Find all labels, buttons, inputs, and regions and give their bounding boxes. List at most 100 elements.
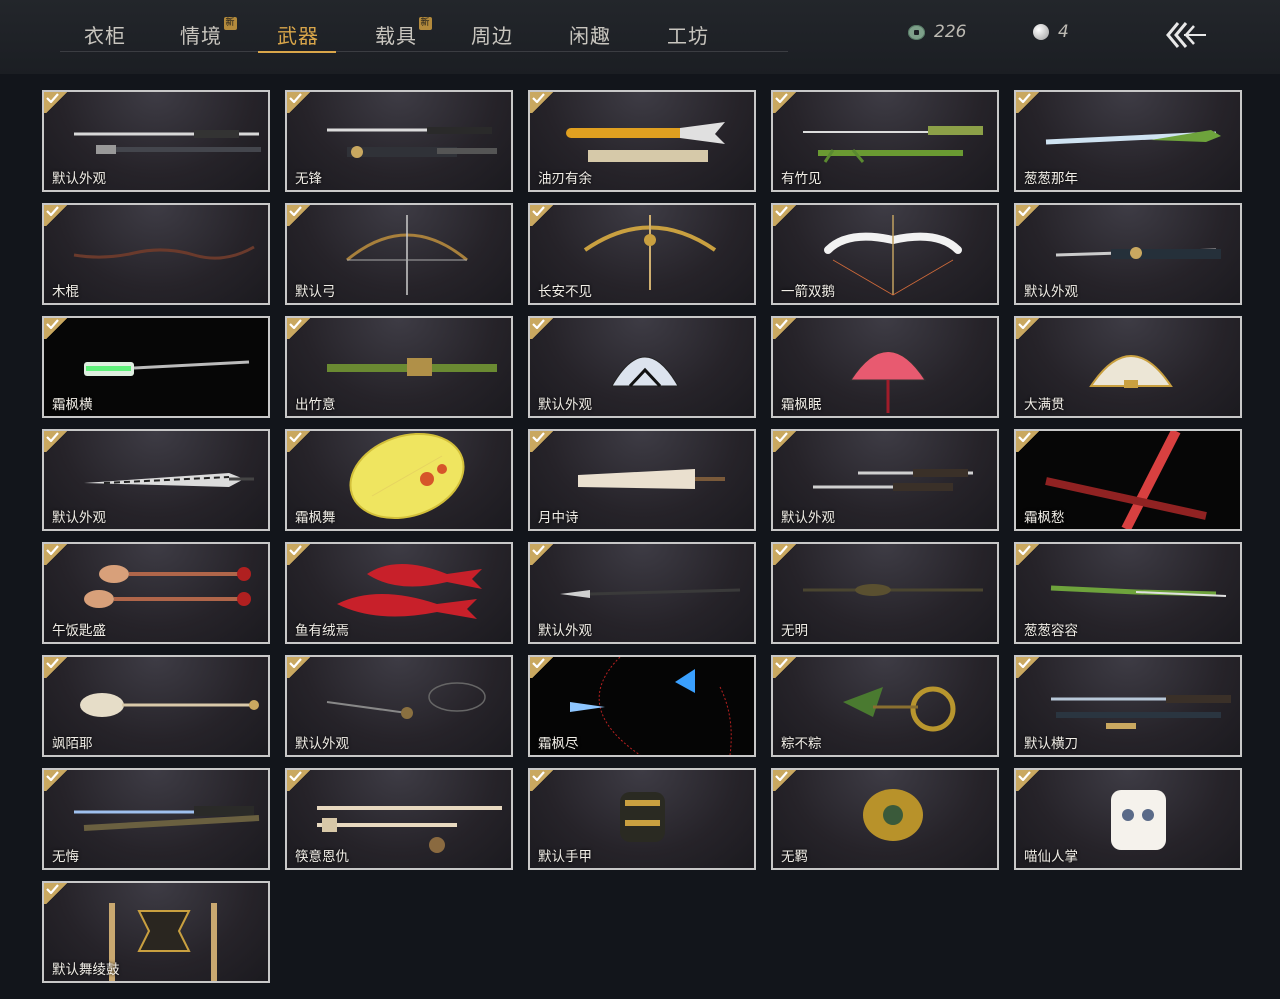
active-tab-underline bbox=[258, 51, 336, 53]
weapon-name: 无悔 bbox=[52, 849, 79, 865]
owned-check-icon bbox=[773, 318, 796, 339]
top-bar: 衣柜 情境新武器 载具新周边 闲趣 工坊 226 4 bbox=[0, 0, 1280, 74]
owned-check-icon bbox=[773, 431, 796, 452]
back-arrow-icon bbox=[1166, 22, 1206, 48]
owned-check-icon bbox=[1016, 770, 1039, 791]
weapon-card[interactable]: 默认外观 bbox=[528, 316, 756, 418]
weapon-name: 葱葱容容 bbox=[1024, 623, 1078, 639]
weapon-name: 无羁 bbox=[781, 849, 808, 865]
weapon-card[interactable]: 默认舞绫鼓 bbox=[42, 881, 270, 983]
weapon-name: 默认横刀 bbox=[1024, 736, 1078, 752]
weapon-name: 默认舞绫鼓 bbox=[52, 962, 120, 978]
weapon-card[interactable]: 霜枫尽 bbox=[528, 655, 756, 757]
tab-3[interactable]: 载具新 bbox=[351, 17, 441, 52]
weapon-card[interactable]: 午饭匙盛 bbox=[42, 542, 270, 644]
jade-currency: 226 bbox=[908, 20, 966, 44]
weapon-card[interactable]: 无悔 bbox=[42, 768, 270, 870]
tab-label: 载具 bbox=[375, 24, 417, 48]
owned-check-icon bbox=[287, 205, 310, 226]
weapon-name: 默认外观 bbox=[52, 171, 106, 187]
tab-label: 闲趣 bbox=[569, 24, 611, 48]
weapon-card[interactable]: 默认外观 bbox=[42, 429, 270, 531]
owned-check-icon bbox=[44, 883, 67, 904]
weapon-name: 月中诗 bbox=[538, 510, 579, 526]
weapon-card[interactable]: 出竹意 bbox=[285, 316, 513, 418]
owned-check-icon bbox=[44, 544, 67, 565]
tab-6[interactable]: 工坊 bbox=[643, 20, 733, 52]
weapon-card[interactable]: 无明 bbox=[771, 542, 999, 644]
weapon-card[interactable]: 飒陌耶 bbox=[42, 655, 270, 757]
owned-check-icon bbox=[287, 92, 310, 113]
weapon-card[interactable]: 默认手甲 bbox=[528, 768, 756, 870]
tab-1[interactable]: 情境新 bbox=[156, 17, 246, 52]
weapon-card[interactable]: 喵仙人掌 bbox=[1014, 768, 1242, 870]
weapon-card[interactable]: 木棍 bbox=[42, 203, 270, 305]
owned-check-icon bbox=[773, 770, 796, 791]
pearl-currency: 4 bbox=[1033, 20, 1069, 44]
owned-check-icon bbox=[530, 770, 553, 791]
weapon-card[interactable]: 默认外观 bbox=[42, 90, 270, 192]
owned-check-icon bbox=[44, 318, 67, 339]
owned-check-icon bbox=[530, 318, 553, 339]
weapon-card[interactable]: 霜枫横 bbox=[42, 316, 270, 418]
weapon-name: 霜枫眠 bbox=[781, 397, 822, 413]
weapon-card[interactable]: 无羁 bbox=[771, 768, 999, 870]
weapon-card[interactable]: 一箭双鹅 bbox=[771, 203, 999, 305]
owned-check-icon bbox=[287, 770, 310, 791]
new-badge: 新 bbox=[419, 17, 432, 30]
weapon-card[interactable]: 粽不粽 bbox=[771, 655, 999, 757]
weapon-name: 默认外观 bbox=[52, 510, 106, 526]
weapon-card[interactable]: 默认外观 bbox=[1014, 203, 1242, 305]
weapon-card[interactable]: 默认弓 bbox=[285, 203, 513, 305]
weapon-name: 霜枫愁 bbox=[1024, 510, 1065, 526]
weapon-name: 鱼有绒焉 bbox=[295, 623, 349, 639]
weapon-card[interactable]: 葱葱那年 bbox=[1014, 90, 1242, 192]
weapon-card[interactable]: 默认外观 bbox=[771, 429, 999, 531]
pearl-amount: 4 bbox=[1058, 22, 1069, 42]
weapon-name: 默认外观 bbox=[538, 623, 592, 639]
owned-check-icon bbox=[530, 431, 553, 452]
tab-5[interactable]: 闲趣 bbox=[545, 20, 635, 52]
tab-label: 工坊 bbox=[667, 24, 709, 48]
weapon-card[interactable]: 默认外观 bbox=[285, 655, 513, 757]
weapon-name: 默认手甲 bbox=[538, 849, 592, 865]
weapon-card[interactable]: 无锋 bbox=[285, 90, 513, 192]
weapon-card[interactable]: 月中诗 bbox=[528, 429, 756, 531]
weapon-card[interactable]: 长安不见 bbox=[528, 203, 756, 305]
weapon-card[interactable]: 葱葱容容 bbox=[1014, 542, 1242, 644]
weapon-card[interactable]: 霜枫愁 bbox=[1014, 429, 1242, 531]
owned-check-icon bbox=[1016, 318, 1039, 339]
owned-check-icon bbox=[530, 92, 553, 113]
tab-2[interactable]: 武器 bbox=[253, 20, 343, 52]
owned-check-icon bbox=[773, 92, 796, 113]
weapon-name: 粽不粽 bbox=[781, 736, 822, 752]
back-button[interactable] bbox=[1164, 18, 1210, 52]
owned-check-icon bbox=[44, 657, 67, 678]
weapon-card[interactable]: 霜枫舞 bbox=[285, 429, 513, 531]
weapon-name: 筷意恩仇 bbox=[295, 849, 349, 865]
jade-coin-icon bbox=[908, 24, 925, 40]
owned-check-icon bbox=[1016, 431, 1039, 452]
weapon-name: 霜枫舞 bbox=[295, 510, 336, 526]
weapon-card[interactable]: 有竹见 bbox=[771, 90, 999, 192]
tab-4[interactable]: 周边 bbox=[447, 20, 537, 52]
owned-check-icon bbox=[1016, 544, 1039, 565]
weapon-card[interactable]: 鱼有绒焉 bbox=[285, 542, 513, 644]
weapon-name: 无明 bbox=[781, 623, 808, 639]
weapon-name: 长安不见 bbox=[538, 284, 592, 300]
weapon-card[interactable]: 默认横刀 bbox=[1014, 655, 1242, 757]
weapon-name: 霜枫横 bbox=[52, 397, 93, 413]
owned-check-icon bbox=[1016, 92, 1039, 113]
owned-check-icon bbox=[287, 544, 310, 565]
tab-0[interactable]: 衣柜 bbox=[60, 20, 150, 52]
owned-check-icon bbox=[1016, 657, 1039, 678]
weapon-card[interactable]: 油刃有余 bbox=[528, 90, 756, 192]
weapon-card[interactable]: 霜枫眠 bbox=[771, 316, 999, 418]
weapon-card[interactable]: 默认外观 bbox=[528, 542, 756, 644]
weapon-card[interactable]: 大满贯 bbox=[1014, 316, 1242, 418]
new-badge: 新 bbox=[224, 17, 237, 30]
weapon-card[interactable]: 筷意恩仇 bbox=[285, 768, 513, 870]
owned-check-icon bbox=[530, 657, 553, 678]
weapon-name: 飒陌耶 bbox=[52, 736, 93, 752]
owned-check-icon bbox=[287, 657, 310, 678]
